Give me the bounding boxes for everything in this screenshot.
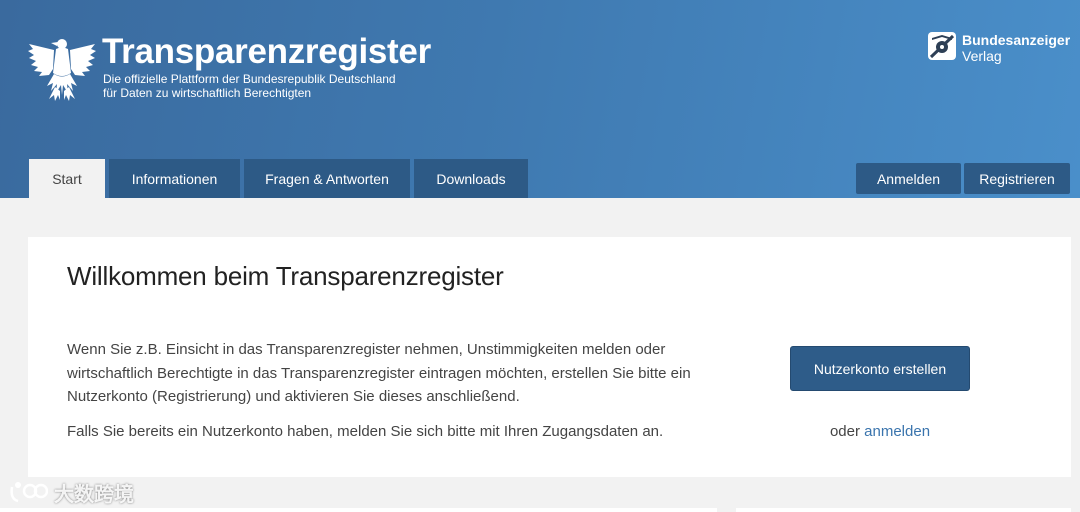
lower-panel-left [0,508,717,512]
publisher-subtitle: Verlag [962,48,1002,64]
watermark-logo-icon [10,482,48,503]
welcome-intro-text: Wenn Sie z.B. Einsicht in das Transparen… [67,341,691,405]
site-subtitle: Die offizielle Plattform der Bundesrepub… [103,72,433,100]
or-login-line: oder anmelden [790,421,970,443]
publisher-name: Bundesanzeiger [962,32,1071,48]
login-link[interactable]: anmelden [864,423,930,440]
federal-eagle-icon[interactable] [27,33,99,103]
tab-informationen[interactable]: Informationen [109,159,240,198]
create-account-button[interactable]: Nutzerkonto erstellen [790,346,970,391]
site-subtitle-line-1: Die offizielle Plattform der Bundesrepub… [103,72,396,86]
tab-start[interactable]: Start [29,159,105,198]
watermark: 大数跨境 [8,478,134,506]
bundesanzeiger-logo-icon [928,32,956,60]
site-subtitle-line-2: für Daten zu wirtschaftlich Berechtigten [103,86,312,100]
publisher-logo[interactable]: Bundesanzeiger Verlag [928,32,1078,68]
register-button[interactable]: Registrieren [964,163,1070,194]
site-header: Transparenzregister Die offizielle Platt… [0,0,1080,198]
welcome-card: Willkommen beim Transparenzregister Wenn… [28,237,1071,477]
or-text: oder [829,423,860,440]
welcome-note-text: Falls Sie bereits ein Nutzerkonto haben,… [67,423,664,440]
tab-fragen-antworten[interactable]: Fragen & Antworten [244,159,410,198]
login-button[interactable]: Anmelden [856,163,961,194]
tab-downloads[interactable]: Downloads [414,159,528,198]
watermark-text: 大数跨境 [54,483,134,506]
welcome-title: Willkommen beim Transparenzregister [67,261,504,291]
lower-panel-right [736,508,1071,512]
site-title: Transparenzregister [102,32,431,71]
